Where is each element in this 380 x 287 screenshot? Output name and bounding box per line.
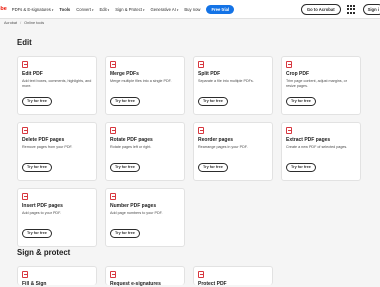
pdf-tool-icon bbox=[22, 61, 28, 68]
try-for-free-button[interactable]: Try for free bbox=[198, 96, 228, 106]
tool-card[interactable]: Crop PDF Trim page content, adjust margin… bbox=[281, 56, 361, 115]
nav-pdfs-esignatures[interactable]: PDFs & E-signatures▾ bbox=[12, 7, 54, 12]
tool-card-description: Separate a file into multiple PDFs. bbox=[198, 79, 254, 83]
tool-card-title: Extract PDF pages bbox=[286, 137, 331, 143]
breadcrumb: Acrobat / Online tools bbox=[4, 21, 44, 25]
tool-card[interactable]: Request e-signatures bbox=[105, 266, 185, 287]
tool-card[interactable]: Delete PDF pages Remove pages from your P… bbox=[17, 122, 97, 181]
tool-card-title: Split PDF bbox=[198, 71, 221, 77]
tool-card-title: Request e-signatures bbox=[110, 281, 161, 287]
section-title-sign-protect: Sign & protect bbox=[17, 248, 71, 257]
pdf-tool-icon bbox=[198, 61, 204, 68]
nav-sign-protect[interactable]: Sign & Protect▾ bbox=[115, 7, 144, 12]
breadcrumb-acrobat[interactable]: Acrobat bbox=[4, 21, 17, 25]
go-to-acrobat-button[interactable]: Go to Acrobat bbox=[300, 4, 341, 15]
tool-card-title: Protect PDF bbox=[198, 281, 227, 287]
nav-generative-ai[interactable]: Generative AI▾ bbox=[150, 7, 178, 12]
try-for-free-button[interactable]: Try for free bbox=[22, 228, 52, 238]
try-for-free-button[interactable]: Try for free bbox=[198, 162, 228, 172]
try-for-free-button[interactable]: Try for free bbox=[286, 96, 316, 106]
breadcrumb-separator: / bbox=[20, 21, 22, 25]
nav-sign-protect-label: Sign & Protect bbox=[115, 6, 142, 12]
pdf-tool-icon bbox=[22, 127, 28, 134]
tool-card[interactable]: Number PDF pages Add page numbers to your… bbox=[105, 188, 185, 247]
tool-card-description: Rotate pages left or right. bbox=[110, 145, 152, 149]
free-trial-button[interactable]: Free trial bbox=[206, 4, 235, 14]
try-for-free-button[interactable]: Try for free bbox=[286, 162, 316, 172]
tool-card-description: Merge multiple files into a single PDF. bbox=[110, 79, 172, 83]
tool-card[interactable]: Rotate PDF pages Rotate pages left or rig… bbox=[105, 122, 185, 181]
tool-card[interactable]: Fill & Sign bbox=[17, 266, 97, 287]
tool-card-title: Insert PDF pages bbox=[22, 203, 63, 209]
breadcrumb-current: Online tools bbox=[24, 21, 45, 25]
pdf-tool-icon bbox=[22, 271, 28, 278]
pdf-tool-icon bbox=[110, 193, 116, 200]
nav-pdfs-esignatures-label: PDFs & E-signatures bbox=[11, 6, 51, 12]
section-title-edit: Edit bbox=[17, 38, 32, 47]
tool-card-title: Edit PDF bbox=[22, 71, 43, 77]
nav-edit[interactable]: Edit▾ bbox=[99, 7, 109, 12]
tool-card-description: Remove pages from your PDF. bbox=[22, 145, 73, 149]
tool-card-title: Crop PDF bbox=[286, 71, 310, 77]
try-for-free-button[interactable]: Try for free bbox=[110, 96, 140, 106]
tool-card[interactable]: Extract PDF pages Create a new PDF of sel… bbox=[281, 122, 361, 181]
try-for-free-button[interactable]: Try for free bbox=[110, 228, 140, 238]
tool-card-description: Add page numbers to your PDF. bbox=[110, 211, 163, 215]
try-for-free-button[interactable]: Try for free bbox=[22, 96, 52, 106]
chevron-down-icon: ▾ bbox=[51, 7, 54, 12]
try-for-free-button[interactable]: Try for free bbox=[22, 162, 52, 172]
tool-card[interactable]: Merge PDFs Merge multiple files into a si… bbox=[105, 56, 185, 115]
pdf-tool-icon bbox=[198, 271, 204, 278]
pdf-tool-icon bbox=[286, 61, 292, 68]
tool-card-title: Merge PDFs bbox=[110, 71, 139, 77]
try-for-free-button[interactable]: Try for free bbox=[110, 162, 140, 172]
pdf-tool-icon bbox=[22, 193, 28, 200]
tool-card[interactable]: Reorder pages Rearrange pages in your PDF… bbox=[193, 122, 273, 181]
chevron-down-icon: ▾ bbox=[107, 7, 110, 12]
chevron-down-icon: ▾ bbox=[142, 7, 145, 12]
app-switcher-icon[interactable] bbox=[346, 4, 357, 15]
sign-in-button[interactable]: Sign i bbox=[362, 4, 380, 15]
pdf-tool-icon bbox=[110, 127, 116, 134]
tool-card-description: Add text boxes, comments, highlights, an… bbox=[22, 79, 92, 88]
pdf-tool-icon bbox=[110, 271, 116, 278]
tool-card-description: Rearrange pages in your PDF. bbox=[198, 145, 248, 149]
chevron-down-icon: ▾ bbox=[176, 7, 179, 12]
tool-card-title: Reorder pages bbox=[198, 137, 234, 143]
adobe-logo[interactable]: obe bbox=[0, 6, 7, 12]
top-navigation: obe PDFs & E-signatures▾ Tools Convert▾ … bbox=[0, 0, 380, 19]
nav-buy-now[interactable]: Buy now bbox=[184, 7, 200, 12]
tool-card-title: Delete PDF pages bbox=[22, 137, 65, 143]
tool-card-description: Add pages to your PDF. bbox=[22, 211, 61, 215]
nav-convert-label: Convert bbox=[76, 6, 91, 12]
nav-edit-label: Edit bbox=[99, 6, 107, 12]
tool-card[interactable]: Split PDF Separate a file into multiple P… bbox=[193, 56, 273, 115]
pdf-tool-icon bbox=[110, 61, 116, 68]
tool-card[interactable]: Edit PDF Add text boxes, comments, highli… bbox=[17, 56, 97, 115]
tool-card[interactable]: Protect PDF bbox=[193, 266, 273, 287]
tool-card-title: Number PDF pages bbox=[110, 203, 157, 209]
nav-convert[interactable]: Convert▾ bbox=[76, 7, 93, 12]
chevron-down-icon: ▾ bbox=[91, 7, 94, 12]
tool-card-description: Create a new PDF of selected pages. bbox=[286, 145, 348, 149]
tool-card-description: Trim page content, adjust margins, or re… bbox=[286, 79, 347, 88]
pdf-tool-icon bbox=[286, 127, 292, 134]
nav-generative-ai-label: Generative AI bbox=[150, 6, 176, 12]
nav-tools[interactable]: Tools bbox=[59, 7, 70, 12]
tool-card-title: Rotate PDF pages bbox=[110, 137, 153, 143]
nav-right-actions: Go to Acrobat Sign i bbox=[300, 4, 380, 15]
tool-card-title: Fill & Sign bbox=[22, 281, 47, 287]
pdf-tool-icon bbox=[198, 127, 204, 134]
tool-card[interactable]: Insert PDF pages Add pages to your PDF. Tr… bbox=[17, 188, 97, 247]
